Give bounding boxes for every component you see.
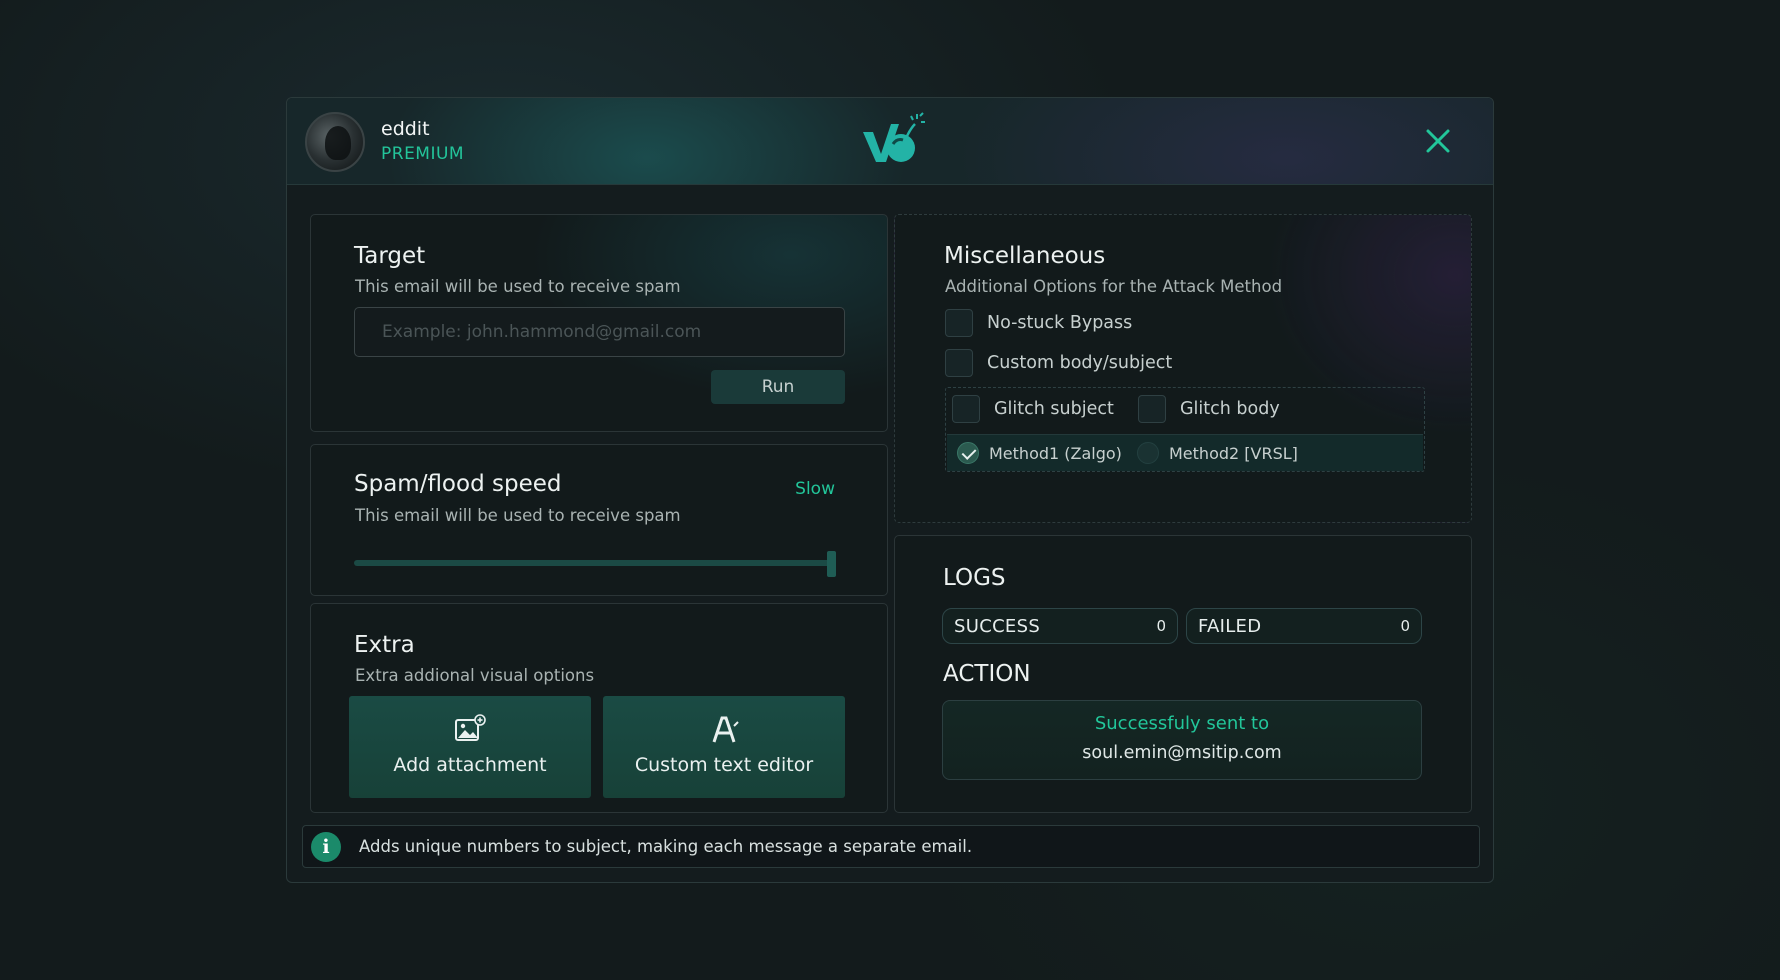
bomb-logo-icon [863, 112, 925, 162]
add-attachment-button[interactable]: Add attachment [349, 696, 591, 798]
method2-label: Method2 [VRSL] [1169, 443, 1298, 463]
no-stuck-bypass-checkbox[interactable]: No-stuck Bypass [945, 309, 1132, 337]
info-bar: i Adds unique numbers to subject, making… [302, 825, 1480, 868]
radio-selected[interactable] [957, 442, 979, 464]
action-status-text: Successfuly sent to [1094, 713, 1270, 734]
app-window: eddit PREMIUM Target This email will be … [286, 97, 1494, 883]
misc-title: Miscellaneous [944, 243, 1106, 269]
info-icon: i [311, 832, 341, 862]
glitch-subject-label: Glitch subject [994, 399, 1114, 419]
info-text: Adds unique numbers to subject, making e… [359, 837, 973, 856]
close-button[interactable] [1423, 126, 1453, 156]
custom-body-subject-label: Custom body/subject [987, 353, 1173, 373]
text-edit-icon [712, 716, 739, 743]
target-email-input[interactable] [354, 307, 845, 357]
glitch-subject-checkbox[interactable]: Glitch subject [952, 395, 1114, 423]
add-attachment-label: Add attachment [393, 754, 547, 776]
speed-subtitle: This email will be used to receive spam [355, 506, 681, 525]
glitch-body-checkbox[interactable]: Glitch body [1138, 395, 1280, 423]
checkbox-box[interactable] [945, 349, 973, 377]
checkbox-box[interactable] [945, 309, 973, 337]
misc-panel: Miscellaneous Additional Options for the… [894, 214, 1472, 523]
action-status-box: Successfuly sent to soul.emin@msitip.com [942, 700, 1422, 780]
failed-count: 0 [1400, 617, 1410, 635]
action-target-email: soul.emin@msitip.com [1082, 743, 1282, 763]
target-subtitle: This email will be used to receive spam [355, 277, 681, 296]
checkbox-box[interactable] [952, 395, 980, 423]
no-stuck-bypass-label: No-stuck Bypass [987, 313, 1133, 333]
action-title: ACTION [943, 661, 1031, 687]
speed-value-label: Slow [795, 479, 835, 499]
method1-radio[interactable]: Method1 (Zalgo) [957, 442, 1122, 464]
checkbox-box[interactable] [1138, 395, 1166, 423]
speed-slider-thumb[interactable] [827, 551, 836, 577]
speed-title: Spam/flood speed [354, 471, 562, 497]
custom-text-editor-button[interactable]: Custom text editor [603, 696, 845, 798]
image-add-icon [455, 714, 486, 741]
radio-unselected[interactable] [1137, 442, 1159, 464]
success-label: SUCCESS [954, 615, 1041, 637]
target-title: Target [354, 243, 426, 269]
avatar[interactable] [305, 112, 365, 172]
custom-body-subject-checkbox[interactable]: Custom body/subject [945, 349, 1172, 377]
method1-label: Method1 (Zalgo) [989, 443, 1122, 463]
failed-counter: FAILED 0 [1186, 608, 1422, 644]
speed-panel: Spam/flood speed Slow This email will be… [310, 444, 888, 596]
method-selector: Method1 (Zalgo) Method2 [VRSL] [947, 434, 1423, 471]
misc-subtitle: Additional Options for the Attack Method [945, 277, 1283, 296]
custom-text-editor-label: Custom text editor [634, 754, 814, 776]
glitch-options-group: Glitch subject Glitch body Method1 (Zalg… [945, 387, 1425, 472]
method2-radio[interactable]: Method2 [VRSL] [1137, 442, 1298, 464]
run-button[interactable]: Run [711, 370, 845, 404]
logs-title: LOGS [943, 565, 1006, 591]
username: eddit [381, 118, 430, 140]
title-bar: eddit PREMIUM [287, 98, 1493, 185]
logs-panel: LOGS SUCCESS 0 FAILED 0 ACTION Successfu… [894, 535, 1472, 813]
extra-subtitle: Extra addional visual options [355, 666, 595, 685]
extra-title: Extra [354, 632, 415, 658]
target-panel: Target This email will be used to receiv… [310, 214, 888, 432]
account-tier-badge: PREMIUM [381, 144, 465, 164]
speed-slider[interactable] [354, 551, 836, 577]
success-counter: SUCCESS 0 [942, 608, 1178, 644]
extra-panel: Extra Extra addional visual options Add … [310, 603, 888, 813]
success-count: 0 [1156, 617, 1166, 635]
failed-label: FAILED [1198, 615, 1262, 637]
glitch-body-label: Glitch body [1180, 399, 1280, 419]
